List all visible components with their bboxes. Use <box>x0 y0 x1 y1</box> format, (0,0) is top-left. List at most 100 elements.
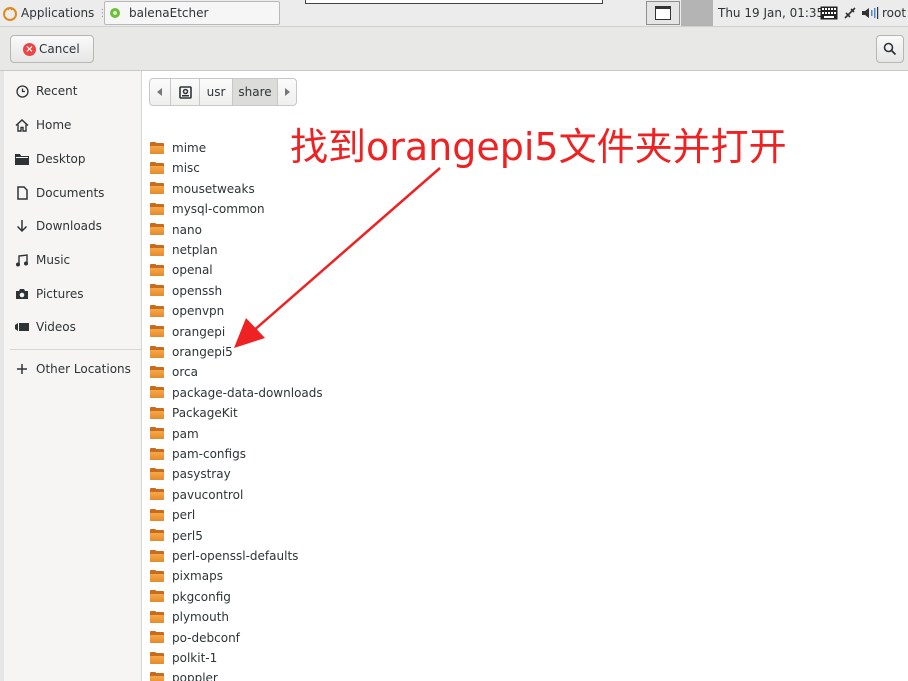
folder-icon <box>150 263 164 276</box>
sidebar-item-home[interactable]: Home <box>14 113 140 137</box>
clock[interactable]: Thu 19 Jan, 01:35 <box>718 0 824 26</box>
music-note-icon <box>14 252 30 268</box>
file-row-orca[interactable]: orca <box>150 362 198 382</box>
file-row-plymouth[interactable]: plymouth <box>150 607 229 627</box>
file-row-openvpn[interactable]: openvpn <box>150 301 224 321</box>
file-row-mime[interactable]: mime <box>150 138 206 158</box>
download-arrow-icon <box>14 218 30 234</box>
folder-icon <box>150 631 164 644</box>
sidebar-item-pictures[interactable]: Pictures <box>14 282 140 306</box>
file-name: mime <box>172 141 207 155</box>
window-edge-strip <box>305 0 603 4</box>
file-row-nano[interactable]: nano <box>150 220 202 240</box>
user-menu[interactable]: root <box>882 0 906 26</box>
plus-icon <box>14 361 30 377</box>
path-scroll-left-button[interactable] <box>149 78 171 106</box>
file-row-netplan[interactable]: netplan <box>150 240 218 260</box>
sidebar-item-music[interactable]: Music <box>14 248 140 272</box>
path-segment-usr[interactable]: usr <box>199 78 233 106</box>
search-button[interactable] <box>876 35 904 63</box>
file-name: poppler <box>172 671 218 681</box>
cancel-label: Cancel <box>39 42 80 56</box>
folder-icon <box>150 569 164 582</box>
file-name: PackageKit <box>172 406 238 421</box>
path-scroll-right-button[interactable] <box>277 78 297 106</box>
folder-icon <box>150 243 164 256</box>
file-row-polkit-1[interactable]: polkit-1 <box>150 648 217 668</box>
file-row-openssh[interactable]: openssh <box>150 281 222 301</box>
applications-logo-icon <box>3 7 17 21</box>
sidebar-divider <box>10 349 142 350</box>
path-segment-share[interactable]: share <box>232 78 278 106</box>
folder-icon <box>150 427 164 440</box>
video-icon <box>14 319 30 335</box>
cancel-button[interactable]: × Cancel <box>10 35 94 63</box>
folder-icon <box>150 325 164 338</box>
applications-menu[interactable]: Applications ⋮ <box>2 0 107 26</box>
sidebar-item-label: Pictures <box>36 287 84 301</box>
clock-icon <box>14 83 30 99</box>
file-name: netplan <box>172 243 218 257</box>
file-row-perl[interactable]: perl <box>150 505 195 525</box>
folder-icon <box>150 610 164 623</box>
file-row-mysql-common[interactable]: mysql-common <box>150 199 265 219</box>
folder-icon <box>150 590 164 603</box>
file-row-pavucontrol[interactable]: pavucontrol <box>150 485 243 505</box>
chevron-left-icon <box>157 88 162 96</box>
file-name: package-data-downloads <box>172 385 323 400</box>
file-row-packagekit[interactable]: PackageKit <box>150 403 238 423</box>
annotation-caption: 找到orangepi5文件夹并打开 <box>290 125 787 169</box>
file-name: perl5 <box>172 528 203 543</box>
file-name: pkgconfig <box>172 589 231 604</box>
folder-icon <box>150 529 164 542</box>
sidebar-item-label: Desktop <box>36 152 86 166</box>
file-name: misc <box>172 161 200 176</box>
workspace-switcher[interactable] <box>681 0 713 26</box>
folder-icon <box>150 161 164 174</box>
folder-icon <box>150 345 164 358</box>
file-row-po-debconf[interactable]: po-debconf <box>150 628 240 648</box>
sidebar-item-videos[interactable]: Videos <box>14 315 140 339</box>
file-row-openal[interactable]: openal <box>150 260 213 280</box>
file-row-pasystray[interactable]: pasystray <box>150 464 231 484</box>
sidebar-item-recent[interactable]: Recent <box>14 79 140 103</box>
file-name: pavucontrol <box>172 487 244 502</box>
file-name: pam <box>172 426 199 441</box>
file-row-package-data-downloads[interactable]: package-data-downloads <box>150 383 323 403</box>
file-row-pkgconfig[interactable]: pkgconfig <box>150 587 231 607</box>
folder-icon <box>150 202 164 215</box>
search-icon <box>883 42 897 56</box>
network-icon[interactable] <box>843 0 857 26</box>
folder-icon <box>150 508 164 521</box>
file-row-pam[interactable]: pam <box>150 424 199 444</box>
places-sidebar: Recent Home Desktop Documents Downloads … <box>0 71 142 681</box>
file-row-pam-configs[interactable]: pam-configs <box>150 444 246 464</box>
file-row-pixmaps[interactable]: pixmaps <box>150 566 223 586</box>
sidebar-item-desktop[interactable]: Desktop <box>14 147 140 171</box>
file-name: polkit-1 <box>172 651 218 665</box>
chevron-right-icon <box>285 88 290 96</box>
file-row-orangepi[interactable]: orangepi <box>150 322 225 342</box>
sidebar-item-label: Other Locations <box>36 362 131 376</box>
sidebar-item-other-locations[interactable]: Other Locations <box>14 357 140 381</box>
file-row-perl5[interactable]: perl5 <box>150 526 203 546</box>
folder-icon <box>150 304 164 317</box>
home-icon <box>14 117 30 133</box>
sidebar-item-label: Music <box>36 253 71 267</box>
file-row-mousetweaks[interactable]: mousetweaks <box>150 179 255 199</box>
path-root-button[interactable] <box>170 78 200 106</box>
folder-icon <box>150 284 164 297</box>
file-name: openssh <box>172 283 223 298</box>
sidebar-item-downloads[interactable]: Downloads <box>14 214 140 238</box>
file-row-poppler[interactable]: poppler <box>150 668 218 681</box>
taskbar-button-balenaetcher[interactable]: balenaEtcher <box>104 1 280 25</box>
file-row-misc[interactable]: misc <box>150 158 200 178</box>
keyboard-icon[interactable] <box>820 0 838 26</box>
file-row-orangepi5[interactable]: orangepi5 <box>150 342 233 362</box>
show-desktop-button[interactable] <box>646 1 680 25</box>
volume-icon[interactable] <box>861 0 879 26</box>
sidebar-item-label: Home <box>36 118 72 132</box>
sidebar-item-documents[interactable]: Documents <box>14 181 140 205</box>
file-row-perl-openssl-defaults[interactable]: perl-openssl-defaults <box>150 546 298 566</box>
file-name: mousetweaks <box>172 181 255 196</box>
